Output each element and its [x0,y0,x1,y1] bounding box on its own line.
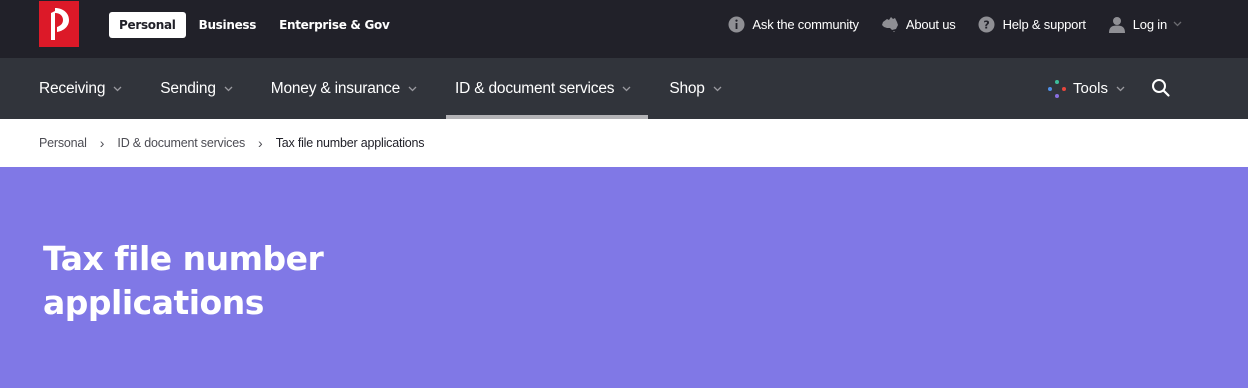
tools-label: Tools [1073,80,1109,97]
nav-receiving-label: Receiving [39,79,106,97]
tab-personal[interactable]: Personal [109,12,186,38]
about-us-label: About us [905,16,956,32]
top-bar: Personal Business Enterprise & Gov Ask t… [0,0,1248,58]
page-title-line-2: applications [43,283,264,322]
main-navigation: Receiving Sending Money & insurance ID &… [0,58,1248,119]
chevron-down-icon [1173,21,1182,27]
chevron-down-icon [408,86,417,92]
tab-business[interactable]: Business [189,12,267,38]
utility-links: Ask the community About us ? Help & supp… [705,14,1182,34]
info-icon [727,15,745,33]
nav-money-insurance[interactable]: Money & insurance [250,58,434,119]
log-in-label: Log in [1132,16,1167,32]
nav-receiving[interactable]: Receiving [0,58,139,119]
search-icon[interactable] [1151,78,1171,98]
nav-shop-label: Shop [669,79,705,97]
user-icon [1108,15,1126,33]
about-us-link[interactable]: About us [881,15,956,33]
page-title: Tax file number applications [43,237,373,325]
help-support-label: Help & support [1002,16,1086,32]
tools-dots-icon [1047,79,1067,99]
nav-money-insurance-label: Money & insurance [270,79,401,97]
chevron-down-icon [622,86,631,92]
nav-sending-label: Sending [160,79,216,97]
chevron-down-icon [224,86,233,92]
hero-banner: Tax file number applications [0,167,1248,388]
chevron-right-icon: › [99,135,105,151]
ask-community-label: Ask the community [752,16,859,32]
tools-menu[interactable]: Tools [1047,58,1125,119]
auspost-logo-icon[interactable] [39,1,79,47]
help-icon: ? [978,15,996,33]
audience-tabs: Personal Business Enterprise & Gov [109,12,402,38]
chevron-down-icon [113,86,122,92]
nav-id-document-services-label: ID & document services [455,79,615,97]
breadcrumb-id-document-services[interactable]: ID & document services [117,136,245,150]
nav-shop[interactable]: Shop [648,58,738,119]
chevron-right-icon: › [258,135,263,151]
help-support-link[interactable]: ? Help & support [978,15,1086,33]
nav-id-document-services[interactable]: ID & document services [434,58,649,119]
svg-text:?: ? [983,18,989,31]
breadcrumb-personal[interactable]: Personal [39,136,87,150]
chevron-down-icon [1116,86,1125,92]
australia-map-icon [881,15,899,33]
tab-enterprise-gov[interactable]: Enterprise & Gov [269,12,399,38]
chevron-down-icon [713,86,722,92]
log-in-link[interactable]: Log in [1108,15,1182,33]
breadcrumb: Personal › ID & document services › Tax … [0,119,1248,167]
breadcrumb-current-page: Tax file number applications [275,136,425,150]
nav-sending[interactable]: Sending [139,58,249,119]
page-title-line-1: Tax file number [43,239,324,278]
ask-community-link[interactable]: Ask the community [727,15,859,33]
